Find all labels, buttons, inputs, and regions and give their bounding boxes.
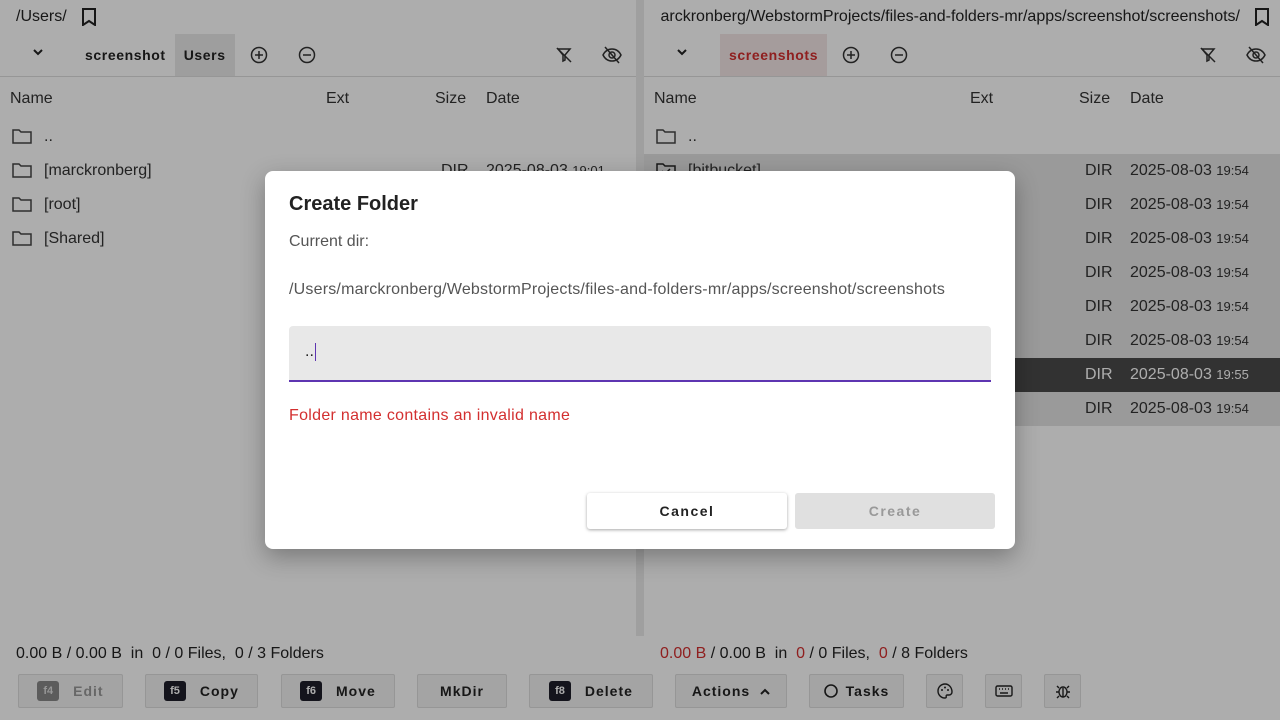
current-dir-path: /Users/marckronberg/WebstormProjects/fil… (289, 281, 946, 298)
current-dir-label: Current dir: (289, 233, 370, 250)
dialog-title: Create Folder (289, 193, 418, 215)
cancel-button[interactable]: Cancel (587, 493, 787, 529)
text-caret (314, 343, 316, 361)
folder-name-input[interactable]: .. (289, 326, 991, 382)
validation-error: Folder name contains an invalid name (289, 407, 571, 424)
create-folder-dialog: Create Folder Current dir: /Users/marckr… (265, 171, 1015, 549)
create-button[interactable]: Create (795, 493, 995, 529)
